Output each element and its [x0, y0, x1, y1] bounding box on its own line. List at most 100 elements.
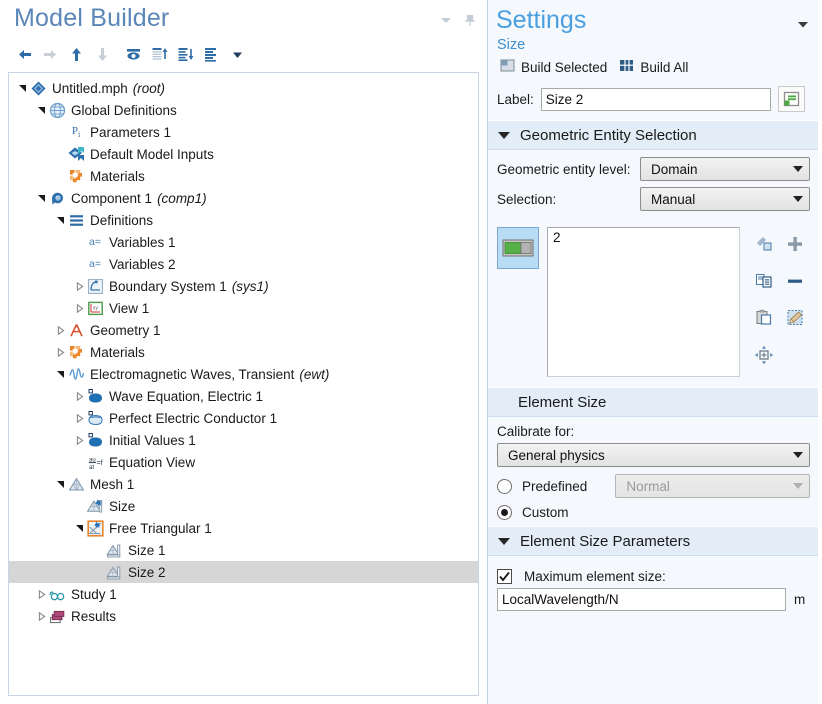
collapse-all-icon[interactable] [147, 42, 172, 66]
tree-node-text: Parameters 1 [90, 125, 171, 140]
copy-selection-icon[interactable] [748, 266, 779, 295]
tree-node-size-1[interactable]: Size 1 [9, 539, 478, 561]
twisty-expanded-icon[interactable] [34, 187, 48, 209]
model-tree-container[interactable]: Untitled.mph(root)Global DefinitionsPiPa… [8, 72, 479, 696]
calibrate-value: General physics [508, 448, 605, 463]
tree-node-geometry-1[interactable]: Geometry 1 [9, 319, 478, 341]
tree-node-global-definitions[interactable]: Global Definitions [9, 99, 478, 121]
tree-node-materials[interactable]: Materials [9, 341, 478, 363]
tree-options-icon[interactable] [199, 42, 224, 66]
move-down-icon[interactable] [90, 42, 115, 66]
twisty-collapsed-icon[interactable] [34, 583, 48, 605]
move-up-icon[interactable] [64, 42, 89, 66]
tree-node-untitled-mph[interactable]: Untitled.mph(root) [9, 77, 478, 99]
svg-text:at: at [89, 465, 94, 471]
tree-node-materials[interactable]: Materials [9, 165, 478, 187]
twisty-expanded-icon[interactable] [72, 517, 86, 539]
chevron-down-icon[interactable] [439, 13, 453, 27]
tree-node-text: Materials [90, 169, 145, 184]
predefined-radio[interactable] [497, 479, 512, 494]
tree-node-study-1[interactable]: Study 1 [9, 583, 478, 605]
label-input[interactable]: Size 2 [541, 88, 771, 111]
build-selected-label: Build Selected [521, 60, 607, 75]
twisty-collapsed-icon[interactable] [72, 407, 86, 429]
tree-node-initial-values-1[interactable]: Initial Values 1 [9, 429, 478, 451]
geometric-entity-selection-header[interactable]: Geometric Entity Selection [488, 120, 818, 150]
twisty-collapsed-icon[interactable] [72, 429, 86, 451]
zoom-to-selection-icon[interactable] [748, 340, 779, 369]
element-size-header[interactable]: Element Size [488, 387, 818, 417]
tree-node-boundary-system-1[interactable]: Boundary System 1(sys1) [9, 275, 478, 297]
pin-icon[interactable] [463, 13, 477, 27]
tree-node-text: Size [109, 499, 135, 514]
selection-list-item[interactable]: 2 [553, 230, 734, 245]
element-size-title: Element Size [518, 394, 606, 411]
element-size-parameters-body: Maximum element size: LocalWavelength/N … [488, 556, 818, 617]
tree-node-variables-1[interactable]: a=Variables 1 [9, 231, 478, 253]
max-element-size-input[interactable]: LocalWavelength/N [497, 588, 786, 611]
twisty-expanded-icon[interactable] [34, 99, 48, 121]
tree-node-electromagnetic-waves-transient[interactable]: Electromagnetic Waves, Transient(ewt) [9, 363, 478, 385]
predefined-label: Predefined [522, 479, 605, 494]
tree-node-results[interactable]: Results [9, 605, 478, 627]
tree-node-text: Default Model Inputs [90, 147, 214, 162]
selection-dropdown[interactable]: Manual [640, 187, 810, 211]
max-element-size-checkbox[interactable] [497, 569, 512, 584]
model-builder-toolbar [0, 40, 487, 68]
clear-selection-icon[interactable] [779, 303, 810, 332]
active-toggle-icon[interactable] [497, 227, 539, 269]
build-all-button[interactable]: Build All [616, 57, 691, 77]
settings-title: Settings [496, 5, 586, 35]
selection-list[interactable]: 2 [547, 227, 740, 377]
paste-selection-icon[interactable] [748, 229, 779, 258]
tree-node-default-model-inputs[interactable]: Default Model Inputs [9, 143, 478, 165]
mesh-size-sub-icon [105, 541, 123, 559]
chevron-down-icon[interactable] [796, 5, 810, 36]
twisty-expanded-icon[interactable] [15, 77, 29, 99]
show-hide-icon[interactable] [121, 42, 146, 66]
twisty-collapsed-icon[interactable] [72, 275, 86, 297]
tree-node-size[interactable]: Size [9, 495, 478, 517]
go-back-icon[interactable] [12, 42, 37, 66]
mph-root-icon [29, 79, 47, 97]
tree-node-definitions[interactable]: Definitions [9, 209, 478, 231]
tree-node-label: Geometry 1 [90, 323, 161, 338]
expand-all-icon[interactable] [173, 42, 198, 66]
custom-row: Custom [497, 505, 810, 520]
twisty-expanded-icon[interactable] [53, 473, 67, 495]
twisty-expanded-icon[interactable] [53, 363, 67, 385]
tree-node-perfect-electric-conductor-1[interactable]: Perfect Electric Conductor 1 [9, 407, 478, 429]
twisty-collapsed-icon[interactable] [53, 341, 67, 363]
entity-level-dropdown[interactable]: Domain [640, 157, 810, 181]
tree-node-view-1[interactable]: xyView 1 [9, 297, 478, 319]
paste-icon[interactable] [748, 303, 779, 332]
comment-icon[interactable] [778, 86, 805, 112]
twisty-expanded-icon[interactable] [53, 209, 67, 231]
element-size-parameters-header[interactable]: Element Size Parameters [488, 526, 818, 556]
emwaves-icon [67, 365, 85, 383]
custom-radio[interactable] [497, 505, 512, 520]
twisty-collapsed-icon[interactable] [53, 319, 67, 341]
tree-node-size-2[interactable]: Size 2 [9, 561, 478, 583]
boundary-light-icon [86, 409, 104, 427]
tree-node-text: Perfect Electric Conductor 1 [109, 411, 277, 426]
tree-node-equation-view[interactable]: auat=fEquation View [9, 451, 478, 473]
twisty-collapsed-icon[interactable] [72, 385, 86, 407]
tree-node-parameters-1[interactable]: PiParameters 1 [9, 121, 478, 143]
tree-node-variables-2[interactable]: a=Variables 2 [9, 253, 478, 275]
entity-level-label: Geometric entity level: [497, 162, 631, 177]
tree-node-mesh-1[interactable]: Mesh 1 [9, 473, 478, 495]
tree-node-free-triangular-1[interactable]: Free Triangular 1 [9, 517, 478, 539]
twisty-collapsed-icon[interactable] [34, 605, 48, 627]
build-selected-button[interactable]: Build Selected [497, 57, 610, 77]
remove-from-selection-icon[interactable] [779, 266, 810, 295]
go-forward-icon[interactable] [38, 42, 63, 66]
tree-node-label: Size 2 [128, 565, 166, 580]
twisty-collapsed-icon[interactable] [72, 297, 86, 319]
chevron-down-icon[interactable] [225, 42, 250, 66]
settings-panel: Settings Size Build Selected [487, 0, 818, 704]
tree-node-wave-equation-electric-1[interactable]: Wave Equation, Electric 1 [9, 385, 478, 407]
calibrate-dropdown[interactable]: General physics [497, 443, 810, 467]
add-to-selection-icon[interactable] [779, 229, 810, 258]
tree-node-component-1[interactable]: QComponent 1(comp1) [9, 187, 478, 209]
